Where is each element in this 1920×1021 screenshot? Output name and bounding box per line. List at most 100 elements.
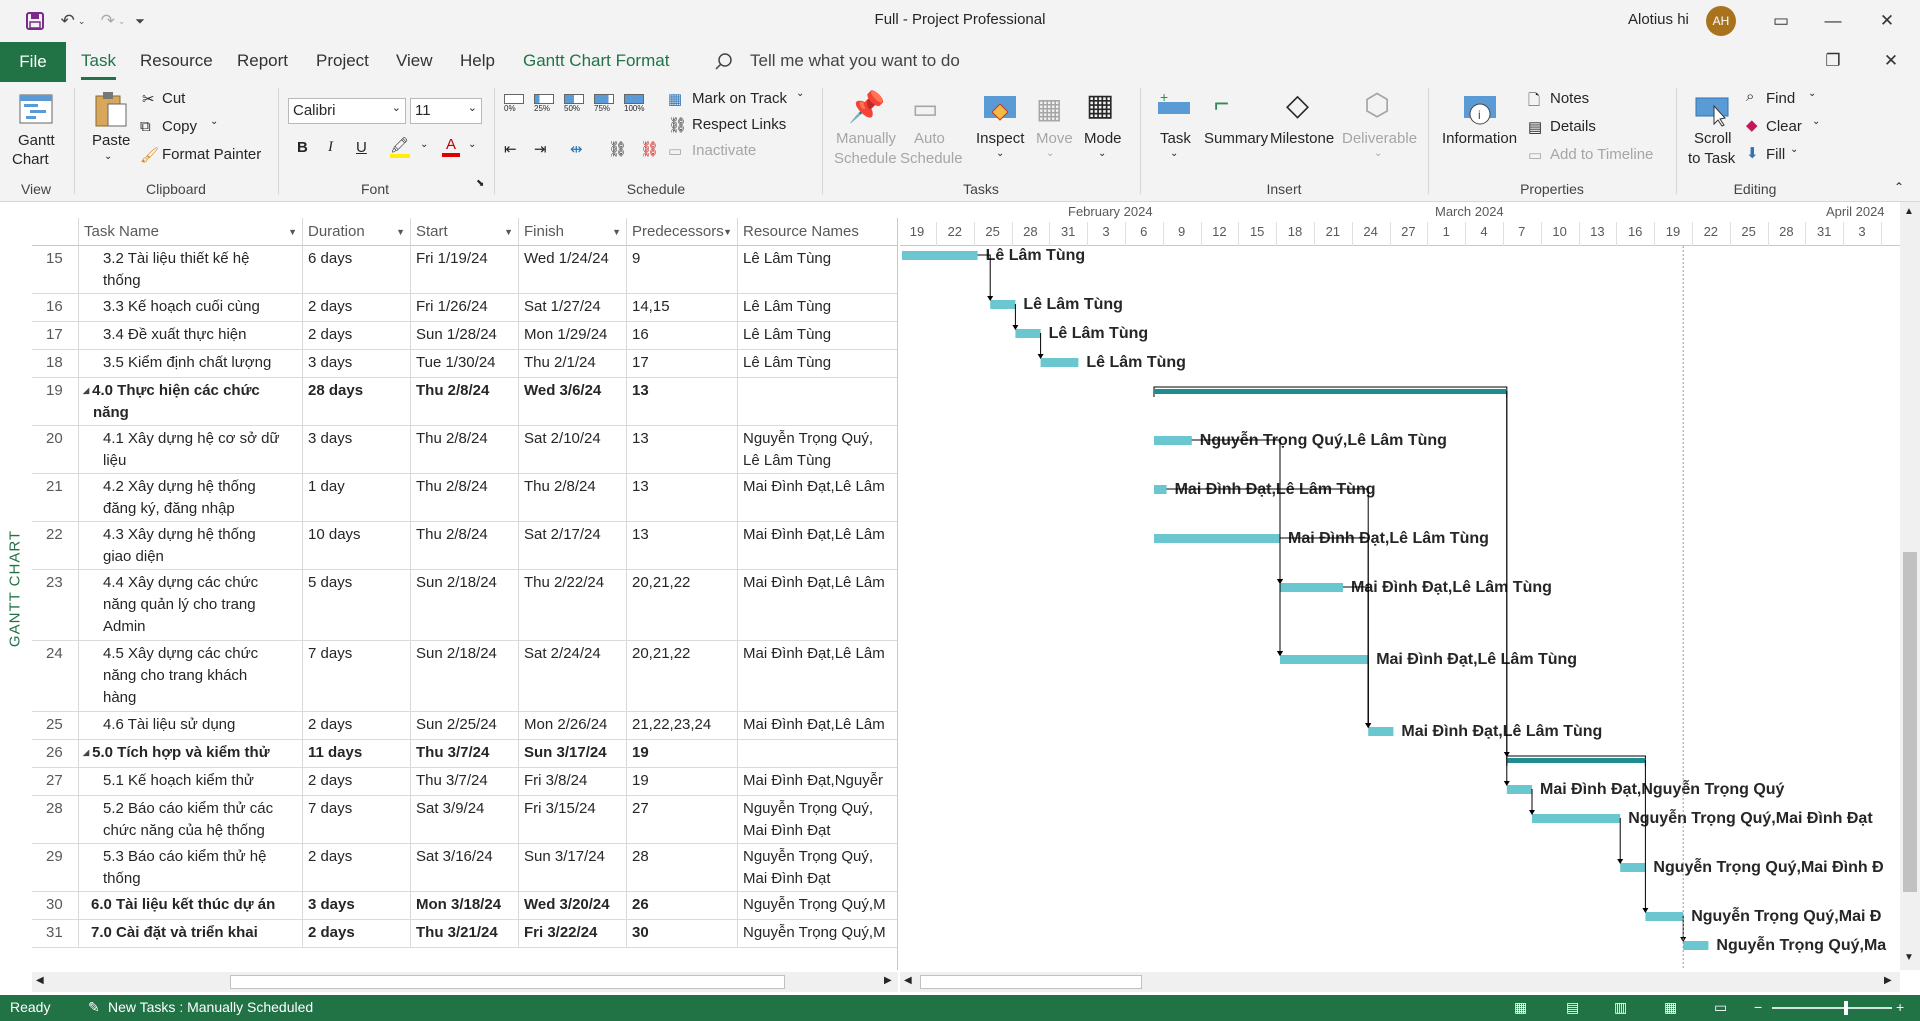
font-color-dropdown-icon[interactable]: ⌄ [468,139,476,150]
zoom-in-icon[interactable]: + [1896,999,1904,1015]
tab-resource[interactable]: Resource [140,51,213,71]
pred-cell[interactable]: 21,22,23,24 [627,712,738,739]
unlink-tasks-icon[interactable]: ⛓ [640,140,659,158]
pred-cell[interactable]: 28 [627,844,738,891]
task-bar[interactable] [1154,436,1192,445]
team-planner-icon[interactable]: ▥ [1614,999,1627,1016]
dur-cell[interactable]: 7 days [303,796,411,843]
task-name-cell[interactable]: 4.6 Tài liệu sử dụng [79,712,303,739]
insert-task-button[interactable]: Task [1160,130,1191,147]
finish-cell[interactable]: Sun 3/17/24 [519,844,627,891]
task-name-cell[interactable]: 5.1 Kế hoạch kiểm thử [79,768,303,795]
font-dialog-launcher-icon[interactable]: ⬊ [476,178,484,189]
milestone-button[interactable]: Milestone [1270,130,1334,147]
dependency-link[interactable] [1166,488,1369,726]
start-cell[interactable]: Thu 2/8/24 [411,522,519,569]
task-bar[interactable] [1015,329,1041,338]
pred-cell[interactable]: 19 [627,740,738,767]
percent-complete-25-button[interactable]: 25% [534,94,554,113]
finish-cell[interactable]: Sun 3/17/24 [519,740,627,767]
inspect-icon[interactable] [982,92,1018,128]
task-usage-icon[interactable]: ▤ [1566,999,1579,1016]
task-bar[interactable] [1280,583,1343,592]
column-header-start[interactable]: Start ▼ [411,218,519,246]
resource-names-cell[interactable]: Nguyễn Trọng Quý, Lê Lâm Tùng [738,426,897,473]
dependency-link[interactable] [1191,439,1281,582]
task-name-cell[interactable]: 3.4 Đề xuất thực hiện [79,322,303,349]
start-cell[interactable]: Sun 2/25/24 [411,712,519,739]
start-cell[interactable]: Sat 3/16/24 [411,844,519,891]
resource-names-cell[interactable]: Nguyễn Trọng Quý,M [738,920,897,947]
table-row[interactable]: 15 3.2 Tài liệu thiết kế hệ thống 6 days Fri… [32,246,897,294]
start-cell[interactable]: Tue 1/30/24 [411,350,519,377]
tab-project[interactable]: Project [316,51,369,71]
clear-button[interactable]: Clear [1766,118,1802,135]
resource-names-cell[interactable]: Lê Lâm Tùng [738,322,897,349]
table-row[interactable]: 20 4.1 Xây dựng hệ cơ sở dữ liệu 3 days Thu … [32,426,897,474]
collapse-triangle-icon[interactable]: ◢ [83,386,89,395]
dur-cell[interactable]: 6 days [303,246,411,293]
scroll-to-task-icon[interactable] [1694,92,1730,128]
dur-cell[interactable]: 28 days [303,378,411,425]
table-row[interactable]: 18 3.5 Kiểm định chất lượng 3 days Tue 1/30… [32,350,897,378]
dur-cell[interactable]: 2 days [303,768,411,795]
table-row[interactable]: 25 4.6 Tài liệu sử dụng 2 days Sun 2/25/24 M… [32,712,897,740]
filter-dropdown-icon[interactable]: ▼ [612,218,621,246]
table-row[interactable]: 31 7.0 Cài đặt và triển khai 2 days Thu 3/2… [32,920,897,948]
start-cell[interactable]: Sun 2/18/24 [411,641,519,711]
deliverable-button[interactable]: Deliverable [1342,130,1417,147]
outdent-icon[interactable]: ⇤ [504,140,517,158]
task-name-cell[interactable]: 4.4 Xây dựng các chức năng quản lý cho tr… [79,570,303,640]
resource-names-cell[interactable]: Lê Lâm Tùng [738,246,897,293]
format-painter-button[interactable]: Format Painter [162,146,261,163]
tab-help[interactable]: Help [460,51,495,71]
task-name-cell[interactable]: 5.3 Báo cáo kiểm thử hệ thống [79,844,303,891]
copy-dropdown-icon[interactable]: ⌄ [210,116,218,127]
resource-names-cell[interactable]: Nguyễn Trọng Quý,M [738,892,897,919]
information-icon[interactable]: i [1462,92,1498,128]
new-tasks-mode[interactable]: New Tasks : Manually Scheduled [108,999,313,1015]
ribbon-display-icon[interactable]: ▭ [1758,6,1804,36]
resource-names-cell[interactable]: Mai Đình Đạt,Lê Lâm [738,474,897,521]
table-row[interactable]: 30 6.0 Tài liệu kết thúc dự án 3 days Mon 3… [32,892,897,920]
task-name-cell[interactable]: 3.3 Kế hoạch cuối cùng [79,294,303,321]
finish-cell[interactable]: Fri 3/8/24 [519,768,627,795]
mark-on-track-dropdown-icon[interactable]: ⌄ [796,88,804,99]
finish-cell[interactable]: Sat 1/27/24 [519,294,627,321]
row-id[interactable]: 15 [32,246,79,293]
task-bar[interactable] [1532,814,1621,823]
percent-complete-50-button[interactable]: 50% [564,94,584,113]
table-row[interactable]: 28 5.2 Báo cáo kiểm thử các chức năng của … [32,796,897,844]
finish-cell[interactable]: Wed 1/24/24 [519,246,627,293]
font-color-icon[interactable]: A [442,136,460,157]
pred-cell[interactable]: 27 [627,796,738,843]
mode-dropdown-icon[interactable]: ⌄ [1098,148,1106,159]
dur-cell[interactable]: 3 days [303,350,411,377]
column-header-predecessors[interactable]: Predecessors ▼ [627,218,738,246]
finish-cell[interactable]: Mon 2/26/24 [519,712,627,739]
task-name-cell[interactable]: 3.2 Tài liệu thiết kế hệ thống [79,246,303,293]
task-bar[interactable] [990,300,1016,309]
dur-cell[interactable]: 1 day [303,474,411,521]
row-id[interactable]: 21 [32,474,79,521]
user-name[interactable]: Alotius hi [1628,11,1689,28]
italic-button[interactable]: I [328,139,333,156]
report-icon[interactable]: ▭ [1714,999,1727,1016]
percent-complete-100-button[interactable]: 100% [624,94,644,113]
row-id[interactable]: 17 [32,322,79,349]
row-id[interactable]: 27 [32,768,79,795]
scroll-down-icon[interactable]: ▼ [1904,952,1914,963]
tab-view[interactable]: View [396,51,433,71]
task-name-cell[interactable]: 4.5 Xây dựng các chức năng cho trang khác… [79,641,303,711]
row-id[interactable]: 29 [32,844,79,891]
pred-cell[interactable]: 13 [627,522,738,569]
row-id[interactable]: 24 [32,641,79,711]
gantt-view-icon[interactable]: ▦ [1514,999,1527,1016]
column-header-resource-names[interactable]: Resource Names [738,218,897,246]
table-row[interactable]: 24 4.5 Xây dựng các chức năng cho trang kh… [32,641,897,712]
resource-names-cell[interactable]: Nguyễn Trọng Quý, Mai Đình Đạt [738,796,897,843]
start-cell[interactable]: Thu 2/8/24 [411,426,519,473]
start-cell[interactable]: Thu 3/21/24 [411,920,519,947]
start-cell[interactable]: Sat 3/9/24 [411,796,519,843]
row-id[interactable]: 23 [32,570,79,640]
